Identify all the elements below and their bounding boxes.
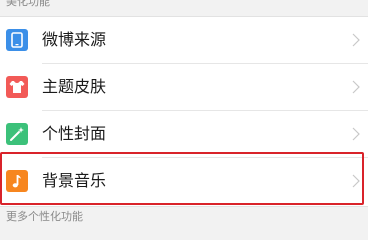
section-header-beautify: 美化功能: [6, 0, 50, 8]
chevron-right-icon: [352, 127, 360, 141]
list-item-label: 主题皮肤: [42, 77, 107, 96]
magic-wand-icon: [6, 123, 28, 145]
list-item-weibo-source[interactable]: 微博来源: [0, 17, 368, 64]
list-item-custom-cover[interactable]: 个性封面: [0, 111, 368, 158]
list-item-background-music[interactable]: 背景音乐: [0, 158, 368, 205]
section-header-more-customization: 更多个性化功能: [6, 210, 83, 223]
chevron-right-icon: [352, 80, 360, 94]
list-item-label: 背景音乐: [42, 171, 107, 190]
chevron-right-icon: [352, 33, 360, 47]
phone-icon: [6, 29, 28, 51]
list-item-label: 微博来源: [42, 30, 107, 49]
settings-list: 微博来源 主题皮肤 个性封面 背景音乐: [0, 16, 368, 207]
list-item-theme-skin[interactable]: 主题皮肤: [0, 64, 368, 111]
chevron-right-icon: [352, 174, 360, 188]
music-note-icon: [6, 170, 28, 192]
list-item-label: 个性封面: [42, 124, 107, 143]
tshirt-icon: [6, 76, 28, 98]
